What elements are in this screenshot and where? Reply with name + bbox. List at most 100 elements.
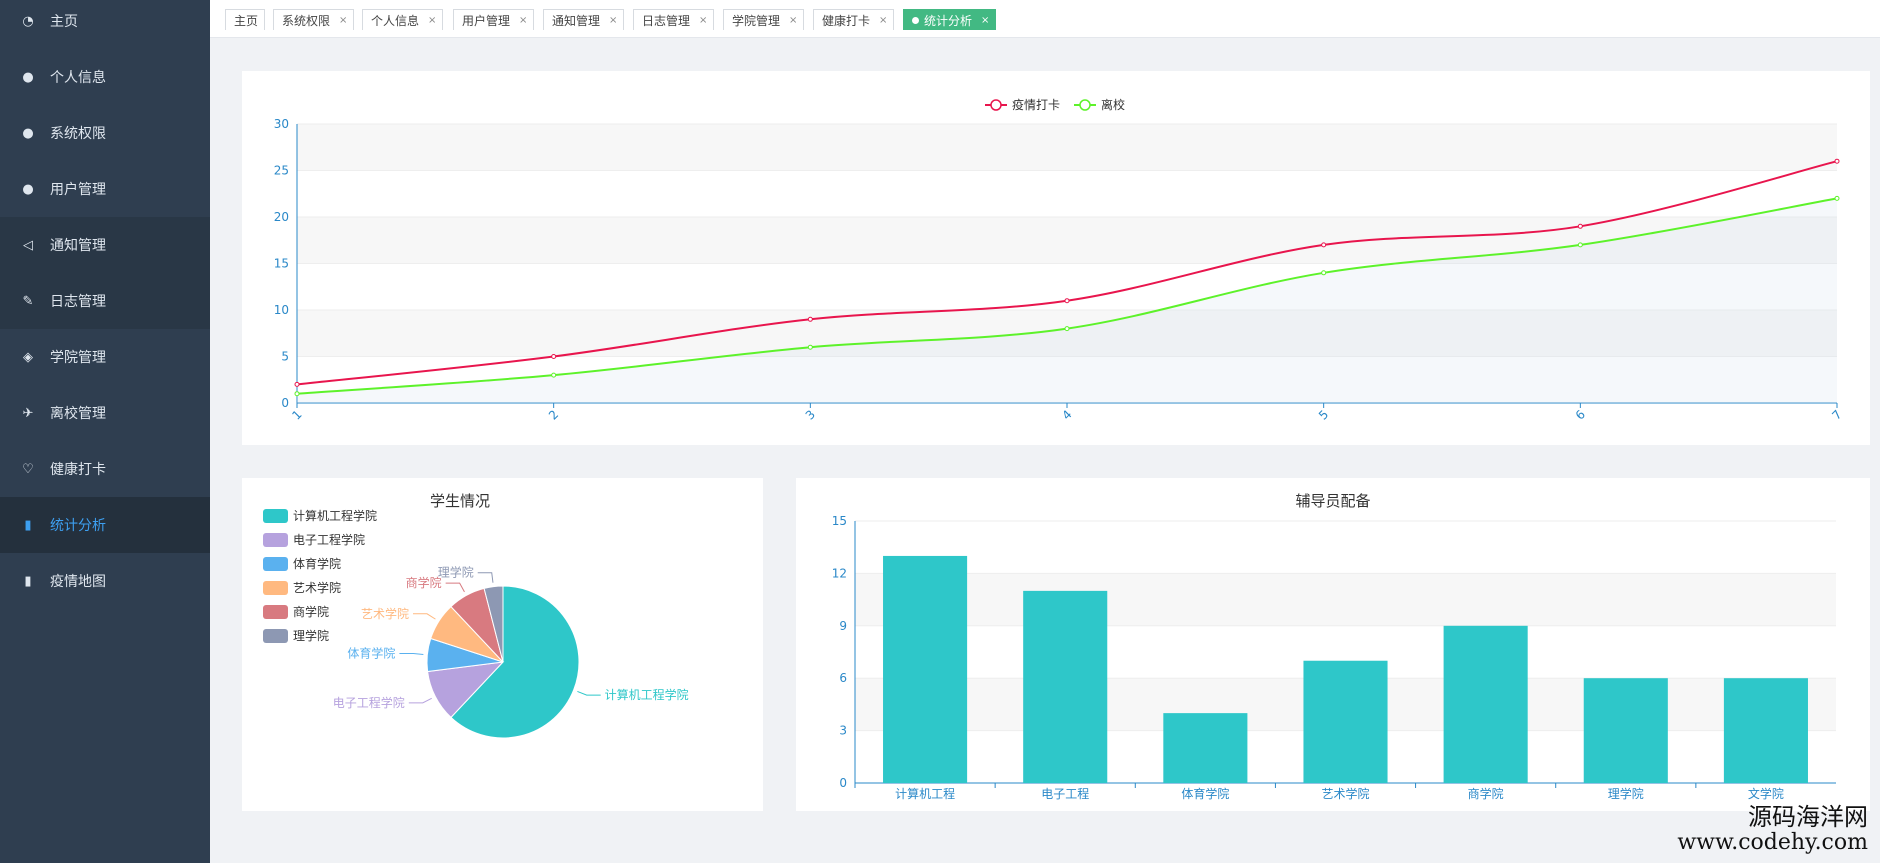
sidebar-item-label: 个人信息 xyxy=(50,70,106,86)
line-chart: 0 5 10 15 20 25 30 1 2 3 4 5 6 7 疫情打卡 离校 xyxy=(274,97,1845,423)
sidebar-item-1[interactable]: ● 个人信息 xyxy=(0,49,210,105)
y-tick-label: 25 xyxy=(274,164,289,178)
bar[interactable] xyxy=(1023,590,1108,783)
legend-swatch[interactable] xyxy=(263,557,288,571)
sidebar-item-9[interactable]: ▮ 统计分析 xyxy=(0,497,210,553)
sidebar-item-8[interactable]: ♡ 健康打卡 xyxy=(0,441,210,497)
bar[interactable] xyxy=(1443,625,1528,783)
bar[interactable] xyxy=(1723,678,1808,783)
legend-swatch[interactable] xyxy=(263,605,288,619)
sidebar-item-2[interactable]: ● 系统权限 xyxy=(0,105,210,161)
series-point[interactable] xyxy=(294,391,300,397)
close-icon[interactable]: × xyxy=(519,15,527,26)
close-icon[interactable]: × xyxy=(789,15,797,26)
close-icon[interactable]: × xyxy=(981,15,989,26)
tab-5[interactable]: 日志管理 × xyxy=(633,9,715,30)
sidebar-item-10[interactable]: ▮ 疫情地图 xyxy=(0,553,210,609)
y-tick-label: 15 xyxy=(274,257,289,271)
legend-label: 艺术学院 xyxy=(293,580,341,595)
legend-label: 电子工程学院 xyxy=(293,532,365,547)
bar[interactable] xyxy=(1303,660,1388,783)
tab-8[interactable]: 统计分析 × xyxy=(903,9,997,30)
series-point[interactable] xyxy=(1577,223,1583,229)
y-tick-label: 12 xyxy=(832,566,847,580)
x-tick-label: 2 xyxy=(546,407,561,422)
sidebar-item-label: 通知管理 xyxy=(50,238,106,254)
series-point[interactable] xyxy=(551,354,557,359)
tab-7[interactable]: 健康打卡 × xyxy=(813,9,895,30)
bar[interactable] xyxy=(1583,678,1668,783)
y-tick-label: 6 xyxy=(839,671,847,685)
sidebar-item-3[interactable]: ● 用户管理 xyxy=(0,161,210,217)
series-point[interactable] xyxy=(1064,326,1070,332)
series-point[interactable] xyxy=(1321,270,1327,276)
user-key-icon: ● xyxy=(22,125,34,141)
sidebar-item-label: 主页 xyxy=(50,14,78,30)
tab-2[interactable]: 个人信息 × xyxy=(362,9,444,30)
x-tick-label: 3 xyxy=(803,407,818,422)
pie-label: 理学院 xyxy=(438,565,474,580)
bar[interactable] xyxy=(1163,713,1248,783)
legend-swatch[interactable] xyxy=(263,509,288,523)
sidebar-item-0[interactable]: ◔ 主页 xyxy=(0,0,210,49)
y-tick-label: 9 xyxy=(839,619,847,633)
sidebar-item-label: 用户管理 xyxy=(50,182,106,198)
y-tick-label: 30 xyxy=(274,117,289,131)
tab-label: 系统权限 xyxy=(282,13,331,28)
pie-chart-panel: 学生情况 计算机工程学院 电子工程学院 体育学院 艺术学院 商学院 理学院 计算机工程学院 电子… xyxy=(242,478,763,811)
heart-icon: ♡ xyxy=(22,461,34,477)
y-tick-label: 15 xyxy=(832,514,847,528)
tab-label: 日志管理 xyxy=(642,13,691,28)
series-point[interactable] xyxy=(294,381,300,387)
series-point[interactable] xyxy=(551,372,557,378)
legend-swatch[interactable] xyxy=(263,629,288,643)
sidebar-item-label: 健康打卡 xyxy=(50,462,106,478)
user-icon: ● xyxy=(22,69,34,85)
series-point[interactable] xyxy=(1577,242,1583,248)
sidebar-item-7[interactable]: ✈ 离校管理 xyxy=(0,385,210,441)
series-point[interactable] xyxy=(1064,298,1070,304)
pie-label: 商学院 xyxy=(406,575,442,590)
close-icon[interactable]: × xyxy=(609,15,617,26)
bar[interactable] xyxy=(883,555,968,783)
tab-3[interactable]: 用户管理 × xyxy=(453,9,535,30)
y-tick-label: 10 xyxy=(274,303,289,317)
series-point[interactable] xyxy=(807,316,813,322)
sidebar-item-4[interactable]: ◁ 通知管理 xyxy=(0,217,210,273)
series-point[interactable] xyxy=(1834,158,1840,164)
legend-label: 理学院 xyxy=(293,628,329,643)
y-tick-label: 20 xyxy=(274,210,289,224)
close-icon[interactable]: × xyxy=(879,15,887,26)
pie-leader-line xyxy=(445,582,465,593)
series-point[interactable] xyxy=(1834,195,1840,201)
tab-0[interactable]: 主页 xyxy=(225,9,266,30)
bar-chart-icon: ▮ xyxy=(24,573,32,589)
sidebar-item-5[interactable]: ✎ 日志管理 xyxy=(0,273,210,329)
sidebar-item-label: 学院管理 xyxy=(50,350,106,366)
active-dot-icon xyxy=(912,16,919,24)
series-point[interactable] xyxy=(1321,242,1327,248)
pie-label: 电子工程学院 xyxy=(333,695,405,710)
sidebar-item-6[interactable]: ◈ 学院管理 xyxy=(0,329,210,385)
legend-swatch[interactable] xyxy=(263,533,288,547)
x-tick-label: 体育学院 xyxy=(1181,786,1229,801)
tab-6[interactable]: 学院管理 × xyxy=(723,9,805,30)
tab-4[interactable]: 通知管理 × xyxy=(543,9,625,30)
x-tick-label: 1 xyxy=(289,407,304,422)
y-tick-label: 3 xyxy=(839,724,847,738)
volume-icon: ◁ xyxy=(23,237,33,253)
bar-chart: 辅导员配备 0 3 6 9 12 15 计算机工程 电子工程 体育学院 艺术学院 商学院 理学院 文学院 xyxy=(832,492,1836,801)
close-icon[interactable]: × xyxy=(339,15,347,26)
legend-marker[interactable] xyxy=(990,99,1002,111)
tab-1[interactable]: 系统权限 × xyxy=(273,9,355,30)
close-icon[interactable]: × xyxy=(428,15,436,26)
close-icon[interactable]: × xyxy=(699,15,707,26)
x-tick-label: 计算机工程 xyxy=(895,786,955,801)
pie-leader-line xyxy=(408,697,432,704)
series-point[interactable] xyxy=(807,344,813,350)
legend-swatch[interactable] xyxy=(263,581,288,595)
chart-title: 学生情况 xyxy=(430,492,490,510)
legend-marker[interactable] xyxy=(1079,99,1091,111)
x-tick-label: 艺术学院 xyxy=(1321,786,1369,801)
x-tick-label: 理学院 xyxy=(1608,786,1644,801)
